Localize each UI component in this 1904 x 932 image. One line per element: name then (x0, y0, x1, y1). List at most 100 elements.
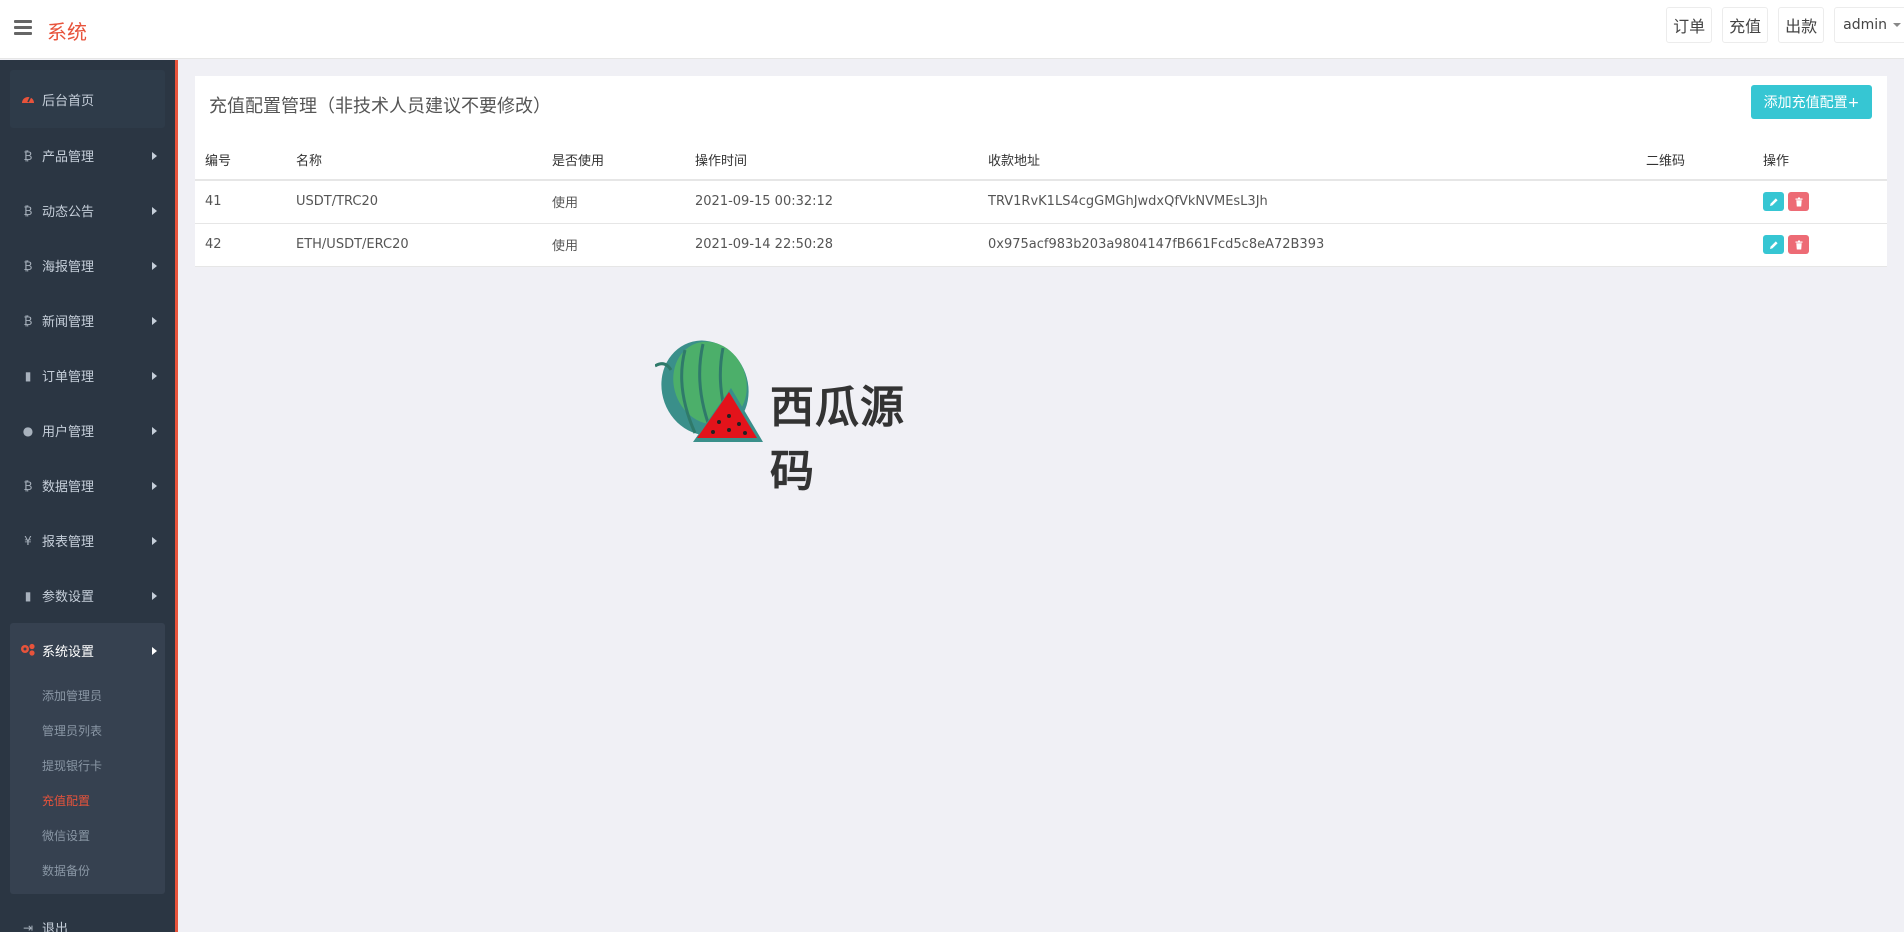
copy-icon: ▮ (24, 588, 32, 603)
edit-button[interactable] (1763, 235, 1784, 254)
menu-toggle-icon[interactable] (14, 20, 32, 36)
delete-button[interactable] (1788, 235, 1809, 254)
recharge-config-table: 编号 名称 是否使用 操作时间 收款地址 二维码 操作 41 USDT/TRC2… (195, 140, 1887, 267)
column-header: 名称 (286, 140, 542, 181)
bitcoin-icon: ₿ (23, 203, 33, 218)
sidebar-item-system-settings[interactable]: 系统设置 (10, 623, 165, 678)
cell-qrcode (1636, 180, 1753, 224)
chevron-right-icon (152, 537, 157, 545)
sidebar-item-orders[interactable]: ▮ 订单管理 (0, 348, 175, 403)
sidebar-subitem-recharge-config[interactable]: 充值配置 (10, 783, 165, 818)
column-header: 收款地址 (978, 140, 1636, 181)
column-header: 二维码 (1636, 140, 1753, 181)
bitcoin-icon: ₿ (23, 148, 33, 163)
bitcoin-icon: ₿ (23, 258, 33, 273)
sidebar-item-label: 数据管理 (42, 480, 95, 495)
sidebar-item-users[interactable]: ● 用户管理 (0, 403, 175, 458)
cell-time: 2021-09-14 22:50:28 (685, 223, 978, 267)
sidebar-item-label: 用户管理 (42, 425, 95, 440)
cell-address: 0x975acf983b203a9804147fB661Fcd5c8eA72B3… (978, 223, 1636, 267)
chevron-right-icon (152, 592, 157, 600)
sidebar-item-label: 报表管理 (42, 535, 95, 550)
watermark-logo: 西瓜源码 (655, 338, 935, 497)
chevron-right-icon (152, 317, 157, 325)
sidebar-item-label: 动态公告 (42, 205, 95, 220)
table-row: 41 USDT/TRC20 使用 2021-09-15 00:32:12 TRV… (195, 180, 1887, 224)
sidebar-item-announcements[interactable]: ₿ 动态公告 (0, 183, 175, 238)
chevron-right-icon (152, 372, 157, 380)
sidebar-item-label: 产品管理 (42, 150, 95, 165)
sidebar-item-label: 后台首页 (42, 93, 95, 109)
cogs-icon (20, 643, 36, 659)
cell-qrcode (1636, 223, 1753, 267)
sidebar: 后台首页 ₿ 产品管理 ₿ 动态公告 ₿ 海报管理 ₿ 新闻管理 ▮ 订单管理 … (0, 60, 178, 932)
recharge-button[interactable]: 充值 (1722, 7, 1769, 43)
edit-button[interactable] (1763, 192, 1784, 212)
sidebar-item-label: 系统设置 (42, 645, 95, 660)
chevron-down-icon (1893, 23, 1901, 27)
sidebar-subitem-data-backup[interactable]: 数据备份 (10, 853, 165, 888)
cell-in-use: 使用 (542, 180, 685, 224)
sidebar-item-posters[interactable]: ₿ 海报管理 (0, 238, 175, 293)
table-header-row: 编号 名称 是否使用 操作时间 收款地址 二维码 操作 (195, 140, 1887, 181)
user-name: admin (1843, 17, 1887, 33)
top-bar: 系统 订单 充值 出款 admin (0, 0, 1904, 59)
dashboard-icon (20, 92, 36, 107)
bitcoin-icon: ₿ (23, 478, 33, 493)
bitcoin-icon: ₿ (23, 313, 33, 328)
user-menu[interactable]: admin (1834, 7, 1904, 43)
orders-button[interactable]: 订单 (1666, 7, 1713, 43)
add-recharge-config-button[interactable]: 添加充值配置+ (1751, 85, 1872, 119)
chevron-right-icon (152, 482, 157, 490)
sidebar-item-data[interactable]: ₿ 数据管理 (0, 458, 175, 513)
pencil-icon (1769, 198, 1778, 206)
chevron-right-icon (152, 262, 157, 270)
sidebar-item-reports[interactable]: ¥ 报表管理 (0, 513, 175, 568)
user-icon: ● (22, 423, 34, 438)
chevron-right-icon (152, 207, 157, 215)
sidebar-item-label: 退出 (42, 922, 69, 932)
withdraw-button[interactable]: 出款 (1778, 7, 1825, 43)
top-actions: 订单 充值 出款 admin (1666, 7, 1904, 43)
column-header: 操作 (1753, 140, 1887, 181)
column-header: 操作时间 (685, 140, 978, 181)
chevron-right-icon (152, 152, 157, 160)
cell-id: 41 (195, 180, 286, 224)
sidebar-item-label: 海报管理 (42, 260, 95, 275)
cell-name: USDT/TRC20 (286, 180, 542, 224)
watermark-text: 西瓜源码 (770, 382, 905, 497)
column-header: 编号 (195, 140, 286, 181)
sidebar-subitem-wechat-settings[interactable]: 微信设置 (10, 818, 165, 853)
delete-button[interactable] (1788, 192, 1809, 212)
sidebar-item-params[interactable]: ▮ 参数设置 (0, 568, 175, 623)
chevron-right-icon (152, 647, 157, 655)
sidebar-subitem-admin-list[interactable]: 管理员列表 (10, 713, 165, 748)
cell-id: 42 (195, 223, 286, 267)
sidebar-item-news[interactable]: ₿ 新闻管理 (0, 293, 175, 348)
yen-icon: ¥ (24, 533, 32, 548)
pencil-icon (1769, 240, 1778, 249)
page-title: 充值配置管理（非技术人员建议不要修改） (209, 96, 551, 117)
table-row: 42 ETH/USDT/ERC20 使用 2021-09-14 22:50:28… (195, 223, 1887, 267)
cell-in-use: 使用 (542, 223, 685, 267)
sidebar-item-home[interactable]: 后台首页 (10, 70, 165, 128)
sidebar-item-label: 订单管理 (42, 370, 95, 385)
sidebar-item-label: 新闻管理 (42, 315, 95, 330)
cell-address: TRV1RvK1LS4cgGMGhJwdxQfVkNVMEsL3Jh (978, 180, 1636, 224)
watermelon-icon (655, 340, 763, 442)
chevron-right-icon (152, 427, 157, 435)
column-header: 是否使用 (542, 140, 685, 181)
cell-actions (1753, 180, 1887, 224)
cell-time: 2021-09-15 00:32:12 (685, 180, 978, 224)
trash-icon (1795, 240, 1802, 249)
logout-icon: ⇥ (22, 920, 34, 932)
copy-icon: ▮ (24, 368, 32, 383)
sidebar-item-logout[interactable]: ⇥ 退出 (0, 900, 175, 932)
sidebar-subitem-bank-cards[interactable]: 提现银行卡 (10, 748, 165, 783)
sidebar-item-label: 参数设置 (42, 590, 95, 605)
brand-title[interactable]: 系统 (47, 16, 87, 45)
recharge-config-panel: 充值配置管理（非技术人员建议不要修改） 添加充值配置+ 编号 名称 是否使用 操… (195, 76, 1887, 267)
sidebar-item-products[interactable]: ₿ 产品管理 (0, 128, 175, 183)
sidebar-subitem-add-admin[interactable]: 添加管理员 (10, 678, 165, 713)
sidebar-group-system: 系统设置 添加管理员 管理员列表 提现银行卡 充值配置 微信设置 数据备份 (10, 623, 165, 894)
